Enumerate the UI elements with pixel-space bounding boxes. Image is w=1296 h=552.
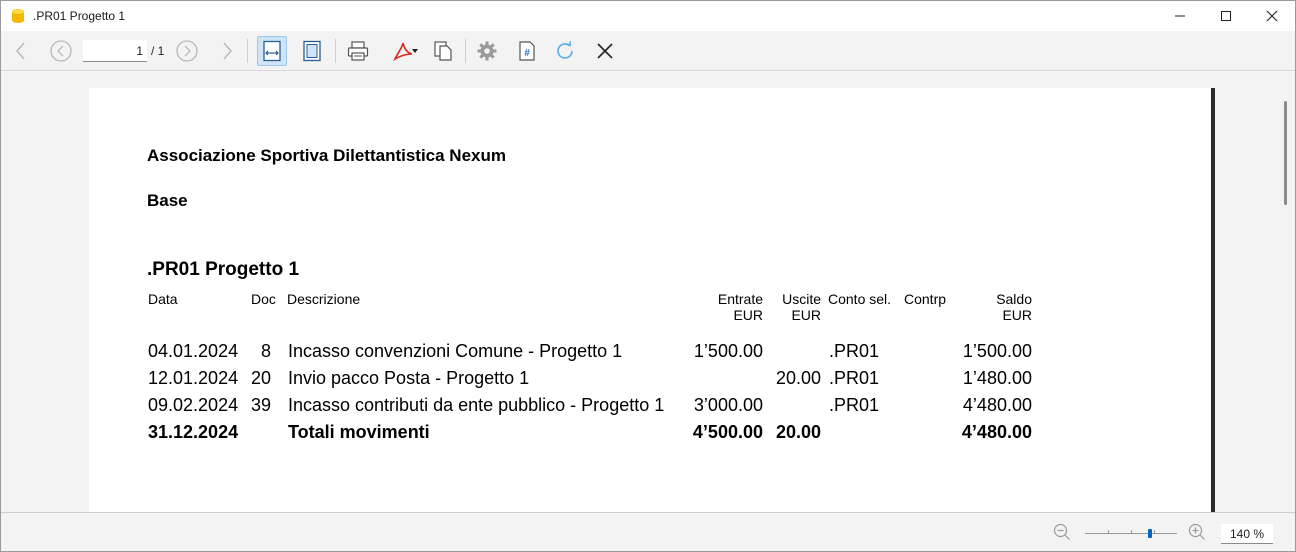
fit-page-icon <box>303 40 321 62</box>
header-saldo-label: Saldo <box>996 291 1032 307</box>
row-doc: 39 <box>250 395 271 415</box>
row-conto: .PR01 <box>829 395 880 415</box>
zoom-slider-thumb[interactable] <box>1148 529 1152 538</box>
minimize-icon <box>1175 15 1185 17</box>
scrollbar-thumb[interactable] <box>1284 101 1287 205</box>
page-number-icon: # <box>519 41 535 61</box>
window-title: .PR01 Progetto 1 <box>33 9 126 23</box>
row-conto: .PR01 <box>829 368 880 388</box>
row-doc: 20 <box>250 368 271 388</box>
header-uscite-unit: EUR <box>791 307 821 323</box>
row-descrizione: Incasso convenzioni Comune - Progetto 1 <box>288 341 623 361</box>
header-saldo-unit: EUR <box>1002 307 1032 323</box>
print-button[interactable] <box>343 36 373 66</box>
row-data: 04.01.2024 <box>148 341 239 361</box>
zoom-in-button[interactable] <box>1188 523 1206 546</box>
last-page-button[interactable] <box>215 36 239 66</box>
header-descrizione: Descrizione <box>287 291 361 307</box>
print-icon <box>347 41 369 61</box>
toolbar-separator <box>335 39 336 63</box>
close-icon <box>597 43 613 59</box>
copy-icon <box>434 41 452 61</box>
app-logo-icon <box>12 9 24 23</box>
page-number-button[interactable]: # <box>513 36 541 66</box>
row-saldo: 4’480.00 <box>962 395 1032 415</box>
zoom-out-icon <box>1053 523 1070 540</box>
zoom-slider[interactable] <box>1085 525 1177 541</box>
zoom-slider-track <box>1085 533 1177 534</box>
row-data: 12.01.2024 <box>148 368 239 388</box>
copy-button[interactable] <box>429 36 457 66</box>
row-conto: .PR01 <box>829 341 880 361</box>
row-saldo: 1’500.00 <box>962 341 1032 361</box>
zoom-slider-tick <box>1108 530 1109 533</box>
total-uscite: 20.00 <box>775 422 821 442</box>
row-entrate: 1’500.00 <box>693 341 763 361</box>
header-entrate: Entrate EUR <box>705 291 763 323</box>
first-page-icon <box>50 40 72 62</box>
zoom-in-icon <box>1188 523 1205 540</box>
page-total-label: / 1 <box>151 44 165 58</box>
svg-text:#: # <box>524 48 530 59</box>
toolbar-separator <box>247 39 248 63</box>
status-bar: 140 % <box>1 512 1295 551</box>
maximize-icon <box>1221 11 1231 21</box>
row-doc: 8 <box>260 341 271 361</box>
report-subtitle: Base <box>147 191 188 210</box>
row-entrate: 3’000.00 <box>693 395 763 415</box>
minimize-button[interactable] <box>1157 1 1203 31</box>
next-page-button[interactable] <box>173 36 201 66</box>
forward-icon <box>223 42 232 60</box>
row-saldo: 1’480.00 <box>962 368 1032 388</box>
header-saldo: Saldo EUR <box>959 291 1032 323</box>
row-descrizione: Invio pacco Posta - Progetto 1 <box>288 368 530 388</box>
header-conto-sel: Conto sel. <box>828 291 892 307</box>
close-report-button[interactable] <box>591 36 619 66</box>
settings-icon <box>477 41 497 61</box>
export-pdf-button[interactable] <box>385 36 425 66</box>
page-number-input[interactable]: 1 <box>83 40 147 62</box>
report-window: .PR01 Progetto 1 1 / 1 # Associazione Sp… <box>0 0 1296 552</box>
header-uscite-label: Uscite <box>782 291 821 307</box>
header-uscite: Uscite EUR <box>771 291 821 323</box>
document-viewport[interactable]: Associazione Sportiva Dilettantistica Ne… <box>3 72 1279 512</box>
company-name: Associazione Sportiva Dilettantistica Ne… <box>147 146 506 165</box>
title-bar: .PR01 Progetto 1 <box>1 1 1295 31</box>
first-page-button[interactable] <box>47 36 75 66</box>
total-data: 31.12.2024 <box>148 422 239 442</box>
back-button[interactable] <box>9 36 33 66</box>
fit-width-button[interactable] <box>257 36 287 66</box>
row-data: 09.02.2024 <box>148 395 239 415</box>
zoom-level-field[interactable]: 140 % <box>1221 524 1273 544</box>
settings-button[interactable] <box>473 36 501 66</box>
refresh-button[interactable] <box>551 36 579 66</box>
row-uscite: 20.00 <box>775 368 821 388</box>
total-entrate: 4’500.00 <box>692 422 763 442</box>
refresh-icon <box>557 41 573 59</box>
close-window-button[interactable] <box>1249 1 1295 31</box>
back-icon <box>16 42 25 60</box>
row-descrizione: Incasso contributi da ente pubblico - Pr… <box>288 395 665 415</box>
vertical-scrollbar[interactable] <box>1279 72 1295 512</box>
close-window-icon <box>1266 10 1278 22</box>
fit-width-icon <box>263 40 281 62</box>
zoom-out-button[interactable] <box>1053 523 1071 546</box>
total-descrizione: Totali movimenti <box>288 422 430 442</box>
header-doc: Doc <box>251 291 276 307</box>
header-data: Data <box>148 291 178 307</box>
zoom-slider-tick <box>1154 530 1155 533</box>
report-page: Associazione Sportiva Dilettantistica Ne… <box>89 88 1211 512</box>
maximize-button[interactable] <box>1203 1 1249 31</box>
zoom-slider-tick <box>1131 530 1132 533</box>
pdf-icon <box>393 42 418 62</box>
header-contrp: Contrp <box>904 291 947 307</box>
toolbar-separator <box>465 39 466 63</box>
next-page-icon <box>176 40 198 62</box>
toolbar: 1 / 1 # <box>1 31 1295 71</box>
total-saldo: 4’480.00 <box>961 422 1032 442</box>
header-entrate-label: Entrate <box>717 291 763 307</box>
fit-page-button[interactable] <box>297 36 327 66</box>
header-entrate-unit: EUR <box>733 307 763 323</box>
report-title: .PR01 Progetto 1 <box>147 259 300 280</box>
